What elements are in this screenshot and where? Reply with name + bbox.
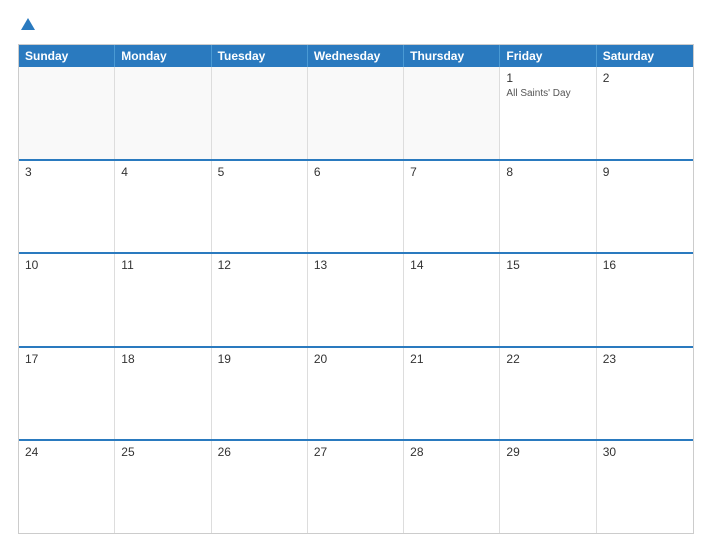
day-number: 14: [410, 258, 493, 272]
day-number: 29: [506, 445, 589, 459]
day-cell: 23: [597, 348, 693, 440]
day-cell: 7: [404, 161, 500, 253]
day-cell: 9: [597, 161, 693, 253]
day-number: 24: [25, 445, 108, 459]
day-header-friday: Friday: [500, 45, 596, 67]
day-number: 12: [218, 258, 301, 272]
day-cell: 13: [308, 254, 404, 346]
week-row-3: 10 11 12 13 14 15 16: [19, 252, 693, 346]
day-cell: 14: [404, 254, 500, 346]
week-row-2: 3456789: [19, 159, 693, 253]
holiday-label: All Saints' Day: [506, 87, 589, 100]
day-headers-row: SundayMondayTuesdayWednesdayThursdayFrid…: [19, 45, 693, 67]
day-number: 8: [506, 165, 589, 179]
day-number: 17: [25, 352, 108, 366]
day-number: 27: [314, 445, 397, 459]
day-cell: 22: [500, 348, 596, 440]
week-row-4: 17 18 19 20 21 22 23: [19, 346, 693, 440]
logo: [18, 16, 39, 34]
day-cell: [404, 67, 500, 159]
day-number: 6: [314, 165, 397, 179]
day-cell: 8: [500, 161, 596, 253]
day-number: 13: [314, 258, 397, 272]
day-cell: 12: [212, 254, 308, 346]
day-cell: 10: [19, 254, 115, 346]
day-header-thursday: Thursday: [404, 45, 500, 67]
day-number: 19: [218, 352, 301, 366]
day-cell: 26: [212, 441, 308, 533]
day-cell: 1 All Saints' Day: [500, 67, 596, 159]
day-cell: 11: [115, 254, 211, 346]
calendar-header: [18, 16, 694, 34]
day-cell: 5: [212, 161, 308, 253]
day-cell: 29: [500, 441, 596, 533]
day-number: 10: [25, 258, 108, 272]
calendar-page: SundayMondayTuesdayWednesdayThursdayFrid…: [0, 0, 712, 550]
day-cell: [115, 67, 211, 159]
logo-triangle-icon: [21, 18, 35, 30]
day-number: 18: [121, 352, 204, 366]
day-cell: [19, 67, 115, 159]
day-header-sunday: Sunday: [19, 45, 115, 67]
day-header-wednesday: Wednesday: [308, 45, 404, 67]
day-cell: 27: [308, 441, 404, 533]
day-cell: 17: [19, 348, 115, 440]
week-row-1: 1 All Saints' Day 2: [19, 67, 693, 159]
day-number: 11: [121, 258, 204, 272]
day-cell: 24: [19, 441, 115, 533]
day-number: 7: [410, 165, 493, 179]
day-number: 4: [121, 165, 204, 179]
day-header-tuesday: Tuesday: [212, 45, 308, 67]
week-row-5: 24 25 26 27 28 29 30: [19, 439, 693, 533]
day-cell: 21: [404, 348, 500, 440]
day-number: 5: [218, 165, 301, 179]
day-number: 25: [121, 445, 204, 459]
day-cell: 3: [19, 161, 115, 253]
day-cell: 25: [115, 441, 211, 533]
day-number: 23: [603, 352, 687, 366]
day-cell: 28: [404, 441, 500, 533]
day-cell: [212, 67, 308, 159]
day-number: 15: [506, 258, 589, 272]
day-cell: [308, 67, 404, 159]
day-number: 16: [603, 258, 687, 272]
day-cell: 6: [308, 161, 404, 253]
day-cell: 19: [212, 348, 308, 440]
weeks-container: 1All Saints' Day234567891011121314151617…: [19, 67, 693, 533]
day-cell: 15: [500, 254, 596, 346]
day-number: 22: [506, 352, 589, 366]
day-number: 1: [506, 71, 589, 85]
day-number: 21: [410, 352, 493, 366]
calendar-grid: SundayMondayTuesdayWednesdayThursdayFrid…: [18, 44, 694, 534]
day-number: 30: [603, 445, 687, 459]
day-header-monday: Monday: [115, 45, 211, 67]
day-cell: 16: [597, 254, 693, 346]
day-cell: 18: [115, 348, 211, 440]
day-number: 28: [410, 445, 493, 459]
day-number: 20: [314, 352, 397, 366]
day-cell: 30: [597, 441, 693, 533]
day-cell: 20: [308, 348, 404, 440]
day-cell: 4: [115, 161, 211, 253]
day-header-saturday: Saturday: [597, 45, 693, 67]
day-number: 3: [25, 165, 108, 179]
day-cell: 2: [597, 67, 693, 159]
day-number: 2: [603, 71, 687, 85]
day-number: 9: [603, 165, 687, 179]
day-number: 26: [218, 445, 301, 459]
